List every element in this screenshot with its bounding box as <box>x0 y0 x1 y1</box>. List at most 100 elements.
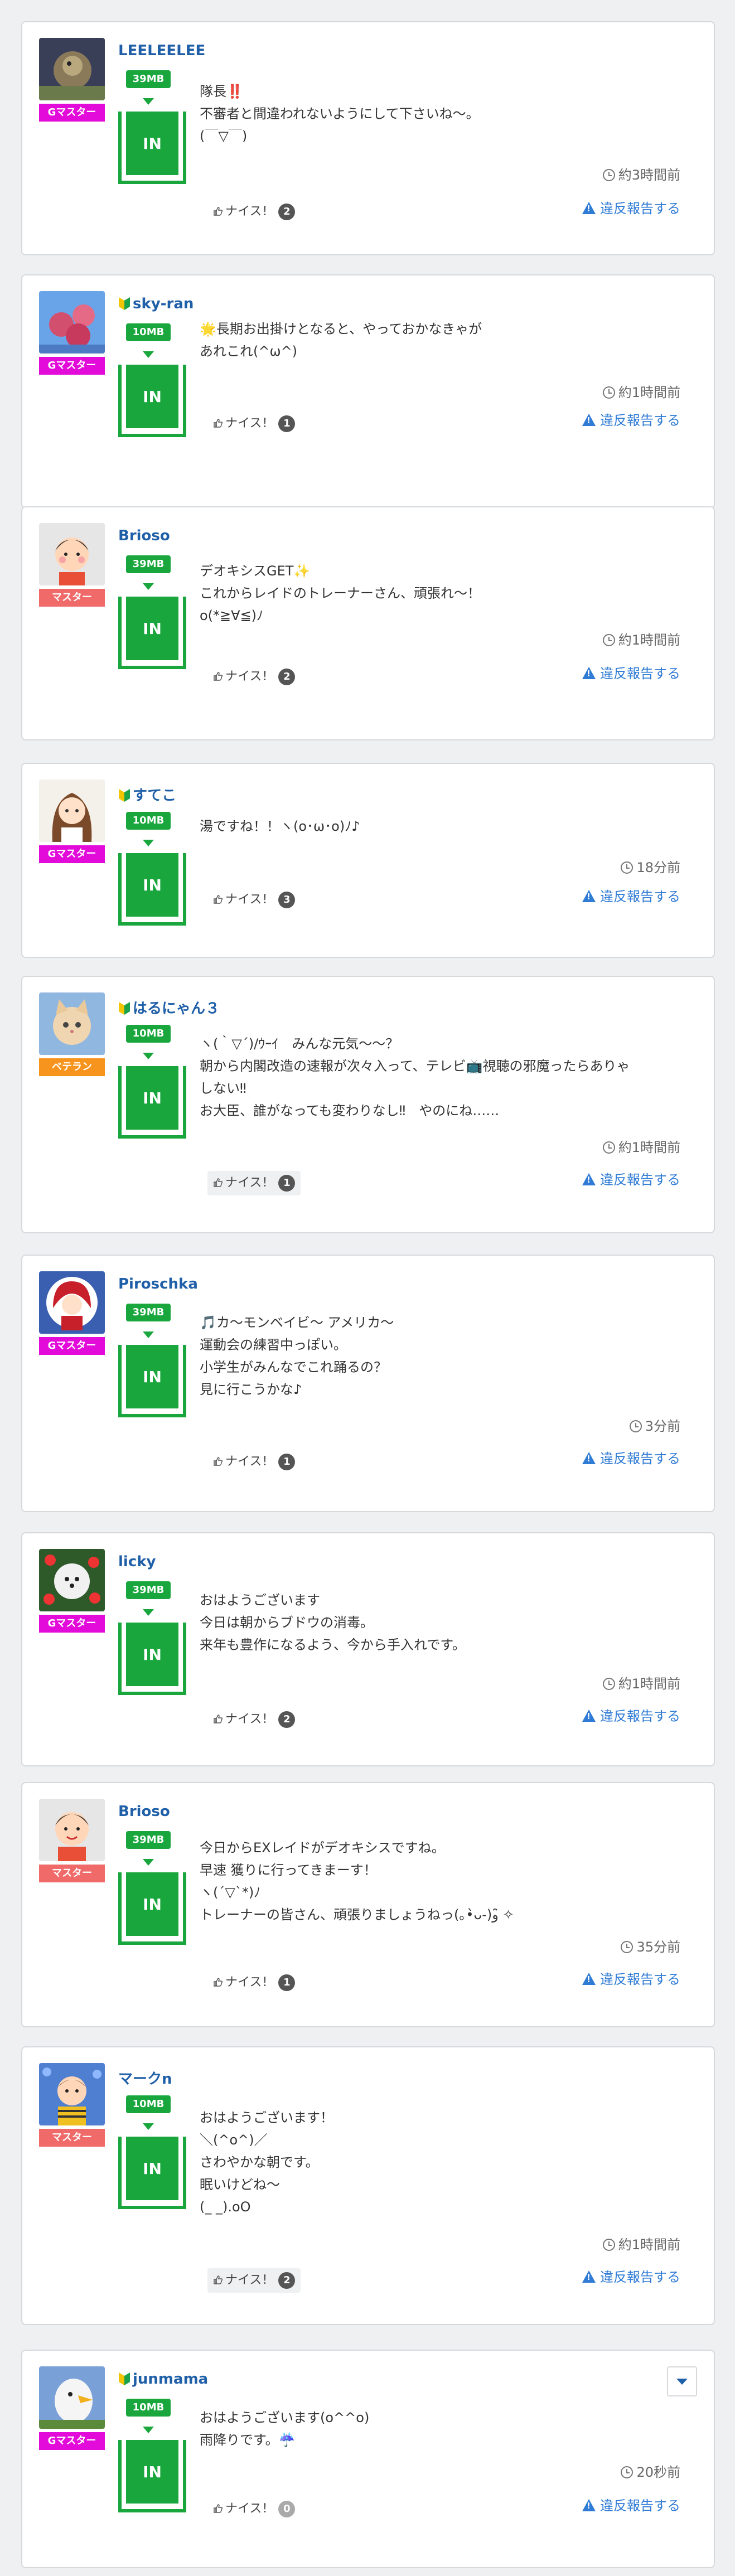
report-link[interactable]: 違反報告する <box>582 1705 680 1725</box>
in-button-frame: IN <box>118 1623 186 1695</box>
nice-button[interactable]: ナイス！ 2 <box>207 1707 301 1732</box>
post-time-text: 18分前 <box>636 860 680 875</box>
post-time-text: 3分前 <box>645 1418 680 1434</box>
data-size-badge: 10MB <box>126 323 171 341</box>
rank-badge: Gマスター <box>39 2432 105 2450</box>
avatar[interactable] <box>39 38 105 100</box>
report-link[interactable]: 違反報告する <box>582 1447 680 1467</box>
avatar[interactable] <box>39 1799 105 1861</box>
user-name-link[interactable]: sky-ran <box>118 296 194 312</box>
in-button[interactable]: IN <box>126 2440 178 2504</box>
in-button[interactable]: IN <box>126 2137 178 2200</box>
user-name-link[interactable]: すてこ <box>118 784 176 805</box>
in-button[interactable]: IN <box>126 1066 178 1130</box>
user-name-link[interactable]: LEELEELEE <box>118 42 205 59</box>
warning-icon <box>582 2270 596 2283</box>
post-card: Gマスター licky 39MB IN おはようございます 今日は朝からブドウの消毒。 … <box>21 1532 715 1766</box>
in-button[interactable]: IN <box>126 853 178 917</box>
report-label: 違反報告する <box>600 666 680 681</box>
rank-badge: Gマスター <box>39 845 105 863</box>
in-button[interactable]: IN <box>126 365 178 428</box>
post-card: Gマスター junmama 10MB IN おはようございます(o^^o) 雨降りです。… <box>21 2350 715 2568</box>
user-name-link[interactable]: licky <box>118 1553 156 1570</box>
nice-label: ナイス！ <box>225 417 274 430</box>
avatar[interactable] <box>39 2366 105 2429</box>
in-button[interactable]: IN <box>126 597 178 660</box>
user-name-link[interactable]: Brioso <box>118 527 170 544</box>
nice-button[interactable]: ナイス！ 1 <box>207 1171 301 1195</box>
report-label: 違反報告する <box>600 2498 680 2514</box>
post-time-text: 約1時間前 <box>618 1676 680 1692</box>
post-time-text: 約1時間前 <box>618 2237 680 2253</box>
report-link[interactable]: 違反報告する <box>582 2495 680 2514</box>
nice-count: 1 <box>278 1175 296 1192</box>
report-link[interactable]: 違反報告する <box>582 1968 680 1988</box>
nice-button[interactable]: ナイス！ 1 <box>207 411 301 436</box>
report-link[interactable]: 違反報告する <box>582 662 680 682</box>
report-link[interactable]: 違反報告する <box>582 409 680 429</box>
avatar[interactable] <box>39 2063 105 2125</box>
post-time: 約1時間前 <box>602 381 680 401</box>
post-time: 20秒前 <box>621 2461 680 2481</box>
avatar[interactable] <box>39 1271 105 1334</box>
nice-button[interactable]: ナイス！ 2 <box>207 2268 301 2293</box>
rank-badge: マスター <box>39 2129 105 2147</box>
post-message: おはようございます！ ＼(^o^)／ さわやかな朝です。 眠いけどね〜 (_ _… <box>200 2110 333 2215</box>
post-message: 今日からEXレイドがデオキシスですね。 早速 獲りに行ってきまーす！ ヽ(´▽`… <box>200 1840 514 1923</box>
in-button[interactable]: IN <box>126 1623 178 1686</box>
in-button[interactable]: IN <box>126 1872 178 1936</box>
user-name-link[interactable]: junmama <box>118 2371 208 2388</box>
menu-dropdown-button[interactable] <box>667 2366 697 2396</box>
rank-badge: Gマスター <box>39 1337 105 1355</box>
post-message: デオキシスGET✨ これからレイドのトレーナーさん、頑張れ〜！ o(*≧∀≦)ﾉ <box>200 563 481 623</box>
user-name-link[interactable]: Brioso <box>118 1803 170 1820</box>
user-name-link[interactable]: はるにゃん３ <box>118 997 220 1018</box>
data-size-badge: 10MB <box>126 1025 171 1043</box>
thumbs-up-icon <box>213 889 223 904</box>
report-label: 違反報告する <box>600 1451 680 1466</box>
nice-label: ナイス！ <box>225 1975 274 1989</box>
user-name-link[interactable]: Piroschka <box>118 1276 198 1292</box>
in-button-frame: IN <box>118 1345 186 1417</box>
nice-label: ナイス！ <box>225 893 274 907</box>
post-time-text: 約3時間前 <box>618 167 680 183</box>
report-label: 違反報告する <box>600 201 680 216</box>
warning-icon <box>582 1710 596 1722</box>
nice-button[interactable]: ナイス！ 1 <box>207 1450 301 1474</box>
data-size-badge: 39MB <box>126 555 171 573</box>
post-time: 18分前 <box>621 856 680 876</box>
report-link[interactable]: 違反報告する <box>582 2266 680 2286</box>
nice-button[interactable]: ナイス！ 2 <box>207 200 301 224</box>
report-link[interactable]: 違反報告する <box>582 1169 680 1188</box>
report-link[interactable]: 違反報告する <box>582 197 680 217</box>
report-link[interactable]: 違反報告する <box>582 885 680 905</box>
nice-button[interactable]: ナイス！ 3 <box>207 888 301 912</box>
avatar[interactable] <box>39 1549 105 1611</box>
post-card: Gマスター すてこ 10MB IN 湯ですね！！ヽ(o･ω･o)ﾉ♪ 18分前違反報告する… <box>21 763 715 958</box>
in-button[interactable]: IN <box>126 112 178 175</box>
thumbs-up-icon <box>213 1172 223 1187</box>
clock-icon <box>602 1141 615 1154</box>
down-arrow-icon <box>143 840 154 846</box>
nice-button[interactable]: ナイス！ 2 <box>207 665 301 689</box>
nice-button[interactable]: ナイス！ 1 <box>207 1970 301 1995</box>
post-card: ベテラン はるにゃん３ 10MB IN ヽ(｀▽´)/ｳｰｲ みんな元気〜〜？ 朝から内… <box>21 976 715 1233</box>
avatar[interactable] <box>39 523 105 585</box>
in-button[interactable]: IN <box>126 1345 178 1408</box>
nice-button[interactable]: ナイス！ 0 <box>207 2497 301 2521</box>
avatar[interactable] <box>39 291 105 354</box>
nice-label: ナイス！ <box>225 1712 274 1726</box>
post-time: 3分前 <box>629 1415 680 1435</box>
avatar[interactable] <box>39 992 105 1055</box>
nice-label: ナイス！ <box>225 670 274 684</box>
thumbs-up-icon <box>213 2498 223 2513</box>
user-name-link[interactable]: マークn <box>118 2067 172 2088</box>
nice-count: 1 <box>278 1974 296 1991</box>
avatar[interactable] <box>39 779 105 842</box>
post-message: 🌟長期お出掛けとなると、やっておかなきゃが あれこれ(^ω^) <box>200 321 482 359</box>
report-label: 違反報告する <box>600 1972 680 1987</box>
rank-badge: マスター <box>39 589 105 607</box>
rank-badge: ベテラン <box>39 1058 105 1076</box>
data-size-badge: 10MB <box>126 2399 171 2417</box>
rank-badge: マスター <box>39 1865 105 1882</box>
